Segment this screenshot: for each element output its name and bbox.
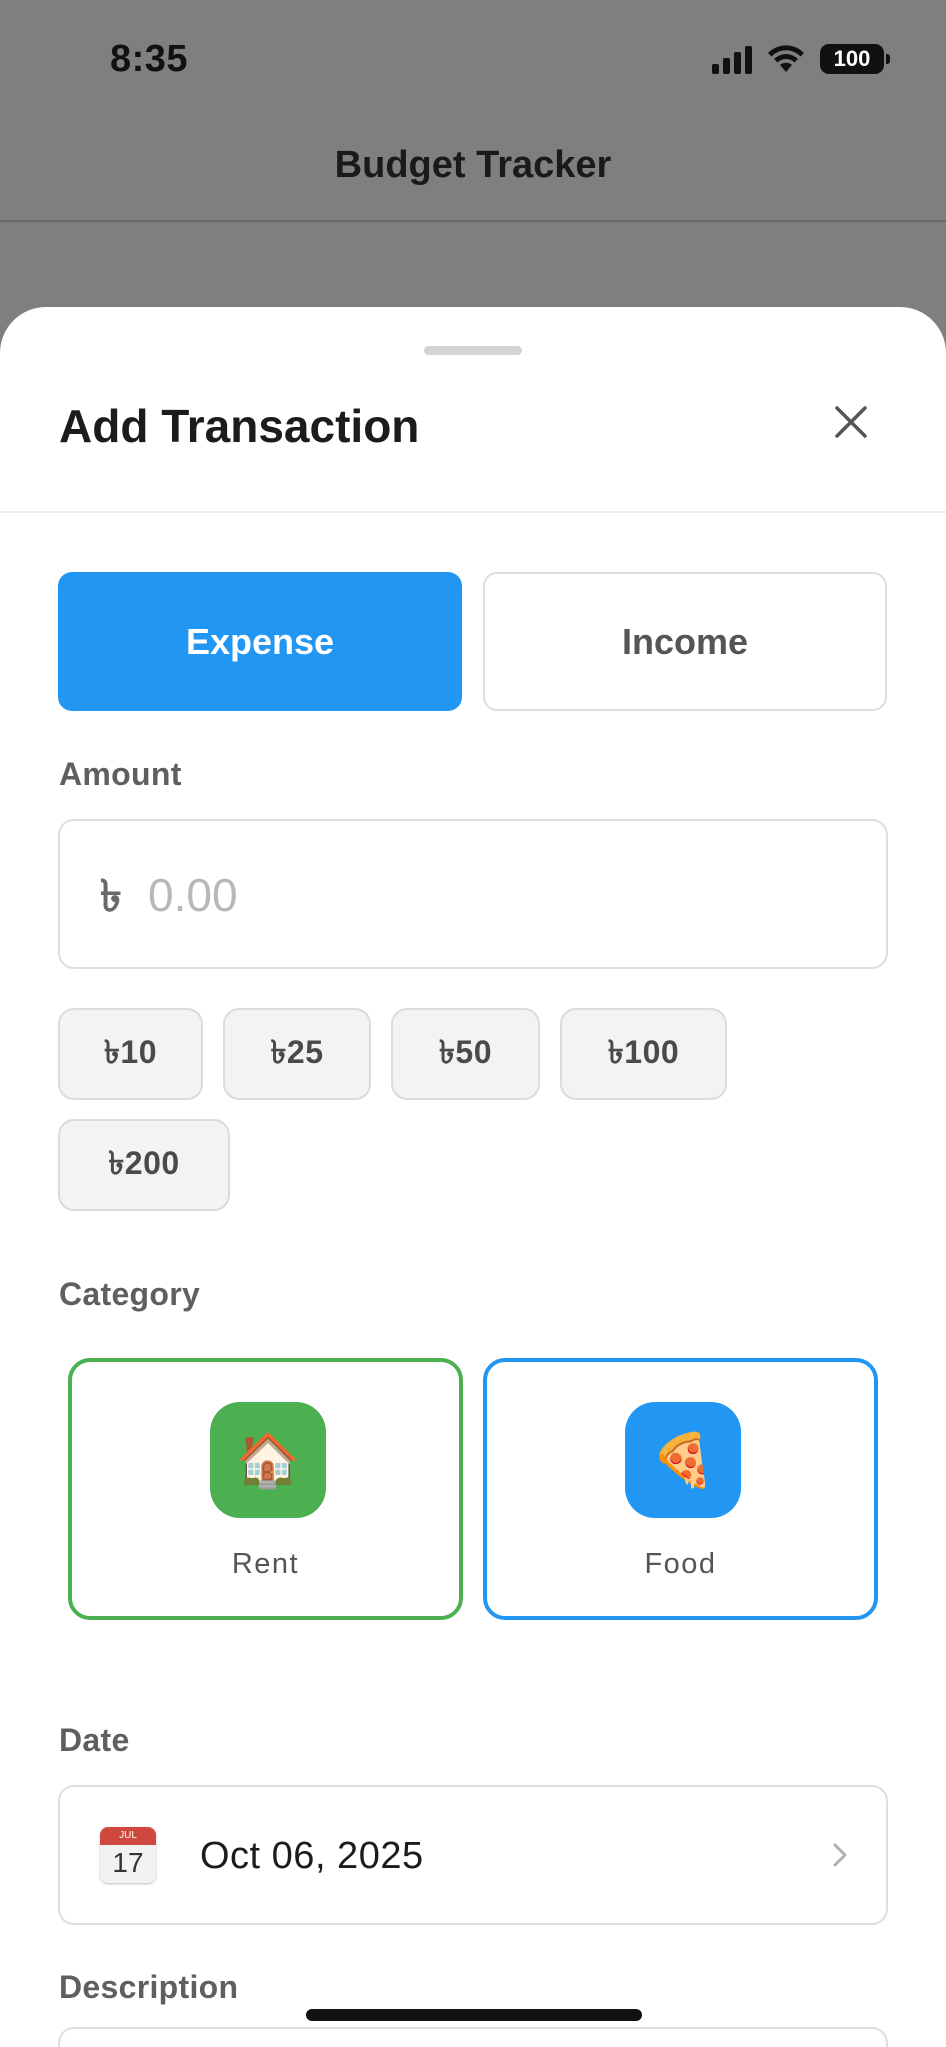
amount-field[interactable]: ৳ <box>58 819 888 969</box>
house-icon: 🏠 <box>210 1402 326 1518</box>
amount-input[interactable] <box>148 865 748 925</box>
sheet-header: Add Transaction <box>0 307 946 513</box>
cellular-signal-icon <box>712 44 752 74</box>
close-button[interactable] <box>828 399 874 445</box>
nav-title: Budget Tracker <box>334 144 612 186</box>
pizza-icon: 🍕 <box>625 1402 741 1518</box>
status-icons: 100 <box>712 44 890 74</box>
chevron-right-icon <box>833 1843 847 1867</box>
date-label: Date <box>59 1722 130 1758</box>
wifi-icon <box>766 44 806 74</box>
nav-divider <box>0 220 946 222</box>
date-value: Oct 06, 2025 <box>200 1835 424 1877</box>
add-transaction-sheet: Add Transaction Expense Income Amount ৳ … <box>0 307 946 2047</box>
income-toggle-button[interactable]: Income <box>483 572 887 711</box>
amount-label: Amount <box>59 756 182 792</box>
date-picker[interactable]: JUL 17 Oct 06, 2025 <box>58 1785 888 1925</box>
expense-toggle-button[interactable]: Expense <box>58 572 462 711</box>
calendar-icon: JUL 17 <box>100 1827 156 1883</box>
home-indicator <box>306 2009 642 2021</box>
category-name: Rent <box>231 1548 300 1580</box>
currency-symbol: ৳ <box>100 872 122 921</box>
status-bar: 8:35 100 <box>0 0 946 120</box>
status-time: 8:35 <box>110 38 189 80</box>
sheet-title: Add Transaction <box>59 400 420 452</box>
sheet-grabber[interactable] <box>424 346 522 355</box>
battery-icon: 100 <box>820 44 890 74</box>
quick-amount-chip[interactable]: ৳50 <box>391 1008 540 1100</box>
category-card-food[interactable]: 🍕 Food <box>483 1358 878 1620</box>
quick-amount-chip[interactable]: ৳100 <box>560 1008 727 1100</box>
quick-amount-chip[interactable]: ৳200 <box>58 1119 230 1211</box>
close-icon <box>835 406 867 438</box>
category-label: Category <box>59 1276 201 1312</box>
description-field[interactable] <box>58 2027 888 2047</box>
quick-amount-chip[interactable]: ৳25 <box>223 1008 371 1100</box>
category-name: Food <box>644 1548 717 1580</box>
quick-amount-chip[interactable]: ৳10 <box>58 1008 203 1100</box>
description-label: Description <box>59 1969 239 2005</box>
category-card-rent[interactable]: 🏠 Rent <box>68 1358 463 1620</box>
